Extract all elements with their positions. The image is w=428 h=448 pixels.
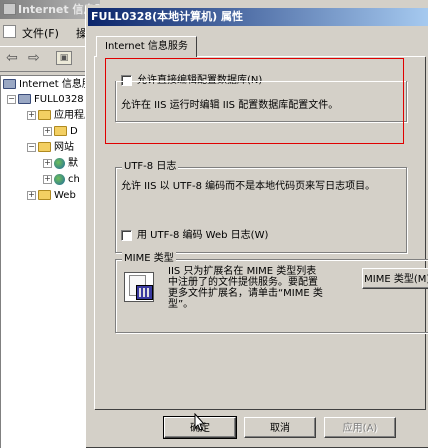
mouse-cursor-icon — [194, 413, 206, 431]
mime-description-line: 更多文件扩展名，请单击“MIME 类 — [168, 288, 323, 299]
dialog-titlebar[interactable]: FULL0328(本地计算机) 属性 — [88, 8, 428, 26]
highlight-annotation — [105, 58, 404, 144]
folder-icon — [38, 190, 51, 200]
tree-item-d[interactable]: + D — [43, 125, 78, 139]
cancel-button[interactable]: 取消 — [244, 417, 316, 438]
apply-button[interactable]: 应用(A) — [324, 417, 396, 438]
utf8-log-group: UTF-8 日志 允许 IIS 以 UTF-8 编码而不是本地代码页来写日志项目… — [115, 160, 407, 253]
globe-icon — [54, 173, 65, 185]
forward-arrow-icon[interactable]: ⇨ — [28, 50, 40, 66]
expand-icon[interactable]: + — [27, 110, 36, 120]
mime-types-icon — [124, 272, 154, 302]
mime-description-line: 型”。 — [168, 299, 194, 310]
menu-file[interactable]: 文件(F) — [22, 25, 59, 41]
folder-icon — [38, 110, 51, 120]
tree-item-websites[interactable]: − 网站 — [27, 141, 74, 155]
collapse-icon[interactable]: − — [7, 94, 16, 104]
folder-icon — [38, 142, 51, 152]
tab-internet-info-services[interactable]: Internet 信息服务 — [96, 36, 197, 57]
iis-root-icon — [3, 79, 16, 89]
mime-description-line: IIS 只为扩展名在 MIME 类型列表 — [168, 266, 317, 277]
tree-item-label: ch — [68, 174, 80, 185]
computer-icon — [18, 94, 31, 104]
folder-icon — [54, 126, 67, 136]
mime-types-legend: MIME 类型 — [122, 252, 176, 266]
tree-item-default-site[interactable]: + 默 — [43, 157, 78, 171]
tree-item-label: 网站 — [54, 142, 74, 153]
up-folder-icon[interactable]: ▣ — [56, 51, 72, 65]
mime-description-line: 中注册了的文件提供服务。要配置 — [168, 277, 318, 288]
utf8-log-description: 允许 IIS 以 UTF-8 编码而不是本地代码页来写日志项目。 — [121, 181, 376, 192]
console-icon — [3, 25, 16, 38]
globe-icon — [54, 157, 65, 169]
tree-item-ch-site[interactable]: + ch — [43, 173, 80, 187]
tree-item-label: D — [70, 126, 78, 137]
expand-icon[interactable]: + — [43, 126, 52, 136]
iis-app-icon — [3, 3, 16, 15]
mime-types-description: IIS 只为扩展名在 MIME 类型列表 中注册了的文件提供服务。要配置 更多文… — [168, 266, 323, 310]
utf8-log-legend: UTF-8 日志 — [122, 160, 179, 174]
utf8-log-checkbox[interactable] — [121, 229, 132, 241]
tree-item-label: Web — [54, 190, 76, 201]
expand-icon[interactable]: + — [43, 174, 52, 184]
back-arrow-icon[interactable]: ⇦ — [6, 50, 18, 66]
collapse-icon[interactable]: − — [27, 142, 36, 152]
expand-icon[interactable]: + — [27, 190, 36, 200]
tree-item-label: 默 — [68, 158, 78, 169]
utf8-log-label: 用 UTF-8 编码 Web 日志(W) — [137, 230, 269, 241]
mime-types-button[interactable]: MIME 类型(M)... — [362, 268, 428, 289]
mime-types-group: MIME 类型 IIS 只为扩展名在 MIME 类型列表 中注册了的文件提供服务… — [115, 252, 428, 333]
expand-icon[interactable]: + — [43, 158, 52, 168]
utf8-log-option[interactable]: 用 UTF-8 编码 Web 日志(W) — [121, 229, 268, 242]
tree-item-web-extensions[interactable]: + Web — [27, 189, 76, 203]
